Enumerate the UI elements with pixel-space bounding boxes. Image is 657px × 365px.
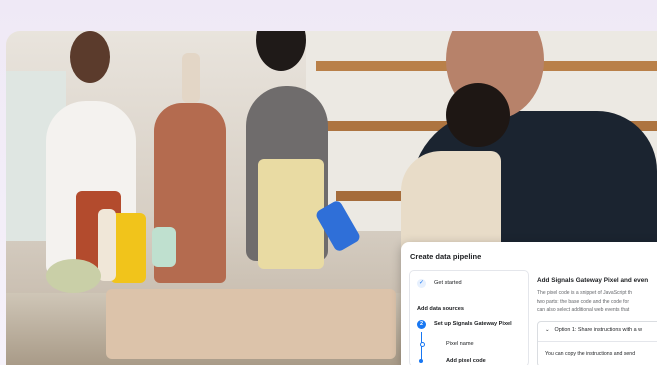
check-icon: ✓ (417, 279, 426, 288)
section-add-data-sources: Add data sources (417, 306, 464, 312)
mannequin-neck (182, 53, 200, 103)
option-1-description: You can copy the instructions and send (545, 351, 636, 357)
pipeline-steps-sidebar (409, 270, 529, 365)
step-get-started[interactable]: Get started (434, 280, 462, 286)
option-1-header[interactable]: ⌄ Option 1: Share instructions with a w (545, 327, 642, 333)
step-connector (421, 332, 422, 362)
person-left-head (70, 31, 110, 83)
substep-add-pixel-code[interactable]: Add pixel code (446, 358, 486, 364)
option-1-label: Option 1: Share instructions with a w (554, 327, 643, 333)
person-middle-head (256, 31, 306, 71)
person-middle-apron (258, 159, 324, 269)
person-right-beard (446, 83, 510, 147)
substep-active-dot-icon (419, 359, 423, 363)
substep-dot-icon (419, 342, 425, 347)
step-setup-signals-gateway-pixel[interactable]: Set up Signals Gateway Pixel (434, 321, 512, 327)
option-divider (538, 341, 657, 342)
thread-spool-cream (98, 209, 116, 281)
thread-spool-mint (152, 227, 176, 267)
fabric-stack (106, 289, 396, 359)
substep-pixel-name[interactable]: Pixel name (446, 341, 474, 347)
main-section-title: Add Signals Gateway Pixel and even (537, 277, 649, 284)
description-line-3: can also select additional web events th… (537, 307, 630, 313)
create-data-pipeline-panel: Create data pipeline ✓ Get started Add d… (401, 242, 657, 365)
panel-title: Create data pipeline (410, 252, 482, 261)
step-number-badge: 2 (417, 320, 426, 329)
chevron-down-icon: ⌄ (545, 327, 550, 333)
fabric-roll-green (46, 259, 101, 293)
description-line-2: two parts: the base code and the code fo… (537, 298, 630, 305)
description-line-1: The pixel code is a snippet of JavaScrip… (537, 290, 633, 296)
main-section-description: The pixel code is a snippet of JavaScrip… (537, 289, 657, 315)
